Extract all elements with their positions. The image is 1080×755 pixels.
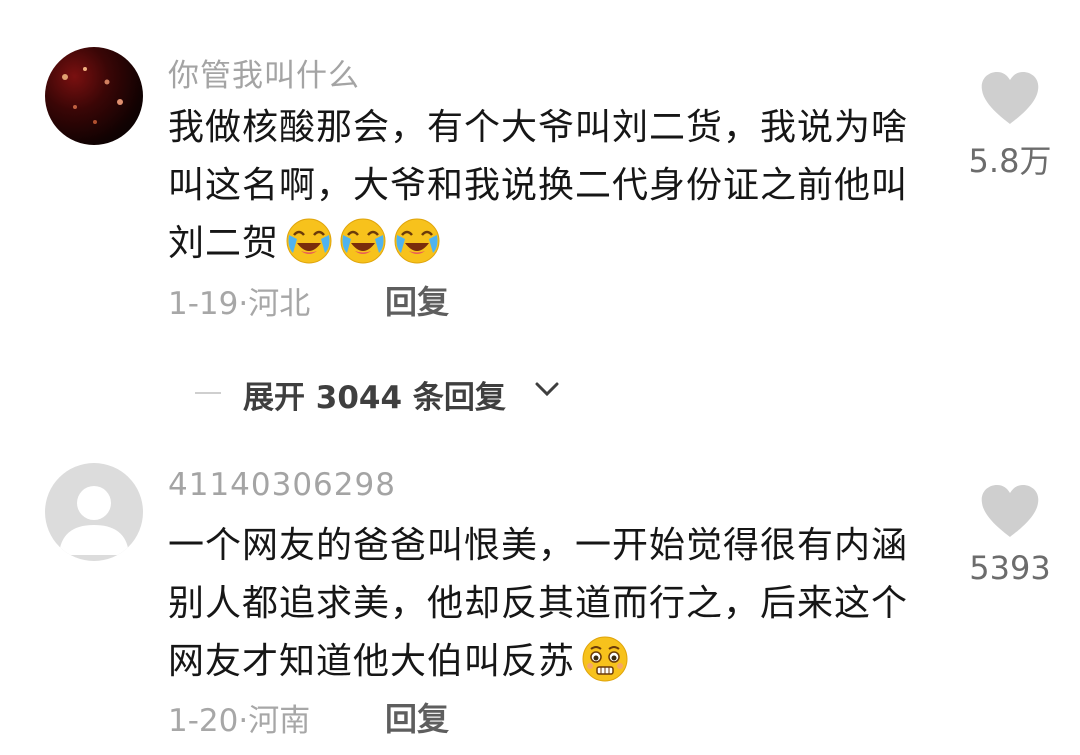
comment-item: 你管我叫什么 我做核酸那会，有个大爷叫刘二货，我说为啥叫这名啊，大爷和我说换二代… bbox=[0, 0, 1080, 330]
avatar[interactable] bbox=[45, 463, 143, 561]
comment-text: 一个网友的爸爸叫恨美，一开始觉得很有内涵别人都追求美，他却反其道而行之，后来这个… bbox=[168, 517, 938, 691]
default-user-avatar-icon bbox=[59, 486, 129, 555]
like-count: 5.8万 bbox=[968, 142, 1052, 180]
comment-meta: 1-20·河南 bbox=[168, 703, 311, 739]
reply-button[interactable]: 回复 bbox=[385, 694, 449, 740]
like-button[interactable]: 5.8万 bbox=[960, 72, 1060, 182]
comment-thread: 你管我叫什么 我做核酸那会，有个大爷叫刘二货，我说为啥叫这名啊，大爷和我说换二代… bbox=[0, 0, 1080, 755]
divider bbox=[195, 392, 221, 394]
comment-text-content: 我做核酸那会，有个大爷叫刘二货，我说为啥叫这名啊，大爷和我说换二代身份证之前他叫… bbox=[168, 107, 909, 264]
laugh-cry-emoji-icon bbox=[286, 218, 332, 264]
comment-item: 41140306298 一个网友的爸爸叫恨美，一开始觉得很有内涵别人都追求美，他… bbox=[0, 455, 1080, 755]
username[interactable]: 你管我叫什么 bbox=[168, 50, 360, 95]
like-button[interactable]: 5393 bbox=[960, 485, 1060, 587]
heart-icon[interactable] bbox=[980, 72, 1040, 126]
laugh-cry-emoji-icon bbox=[394, 218, 440, 264]
comment-meta: 1-19·河北 bbox=[168, 286, 311, 322]
like-count: 5393 bbox=[969, 549, 1051, 587]
expand-replies-label[interactable]: 展开 3044 条回复 bbox=[243, 372, 506, 417]
avatar[interactable] bbox=[45, 47, 143, 145]
expand-replies-button[interactable]: 展开 3044 条回复 bbox=[195, 372, 615, 416]
comment-text: 我做核酸那会，有个大爷叫刘二货，我说为啥叫这名啊，大爷和我说换二代身份证之前他叫… bbox=[168, 99, 938, 273]
pleading-emoji-icon bbox=[582, 636, 628, 682]
reply-button[interactable]: 回复 bbox=[385, 277, 449, 323]
chevron-down-icon[interactable] bbox=[535, 380, 559, 400]
laugh-cry-emoji-icon bbox=[340, 218, 386, 264]
heart-icon[interactable] bbox=[980, 485, 1040, 539]
comment-text-content: 一个网友的爸爸叫恨美，一开始觉得很有内涵别人都追求美，他却反其道而行之，后来这个… bbox=[168, 525, 909, 682]
dark-red-photo-avatar-icon bbox=[62, 67, 123, 124]
username[interactable]: 41140306298 bbox=[168, 467, 396, 503]
